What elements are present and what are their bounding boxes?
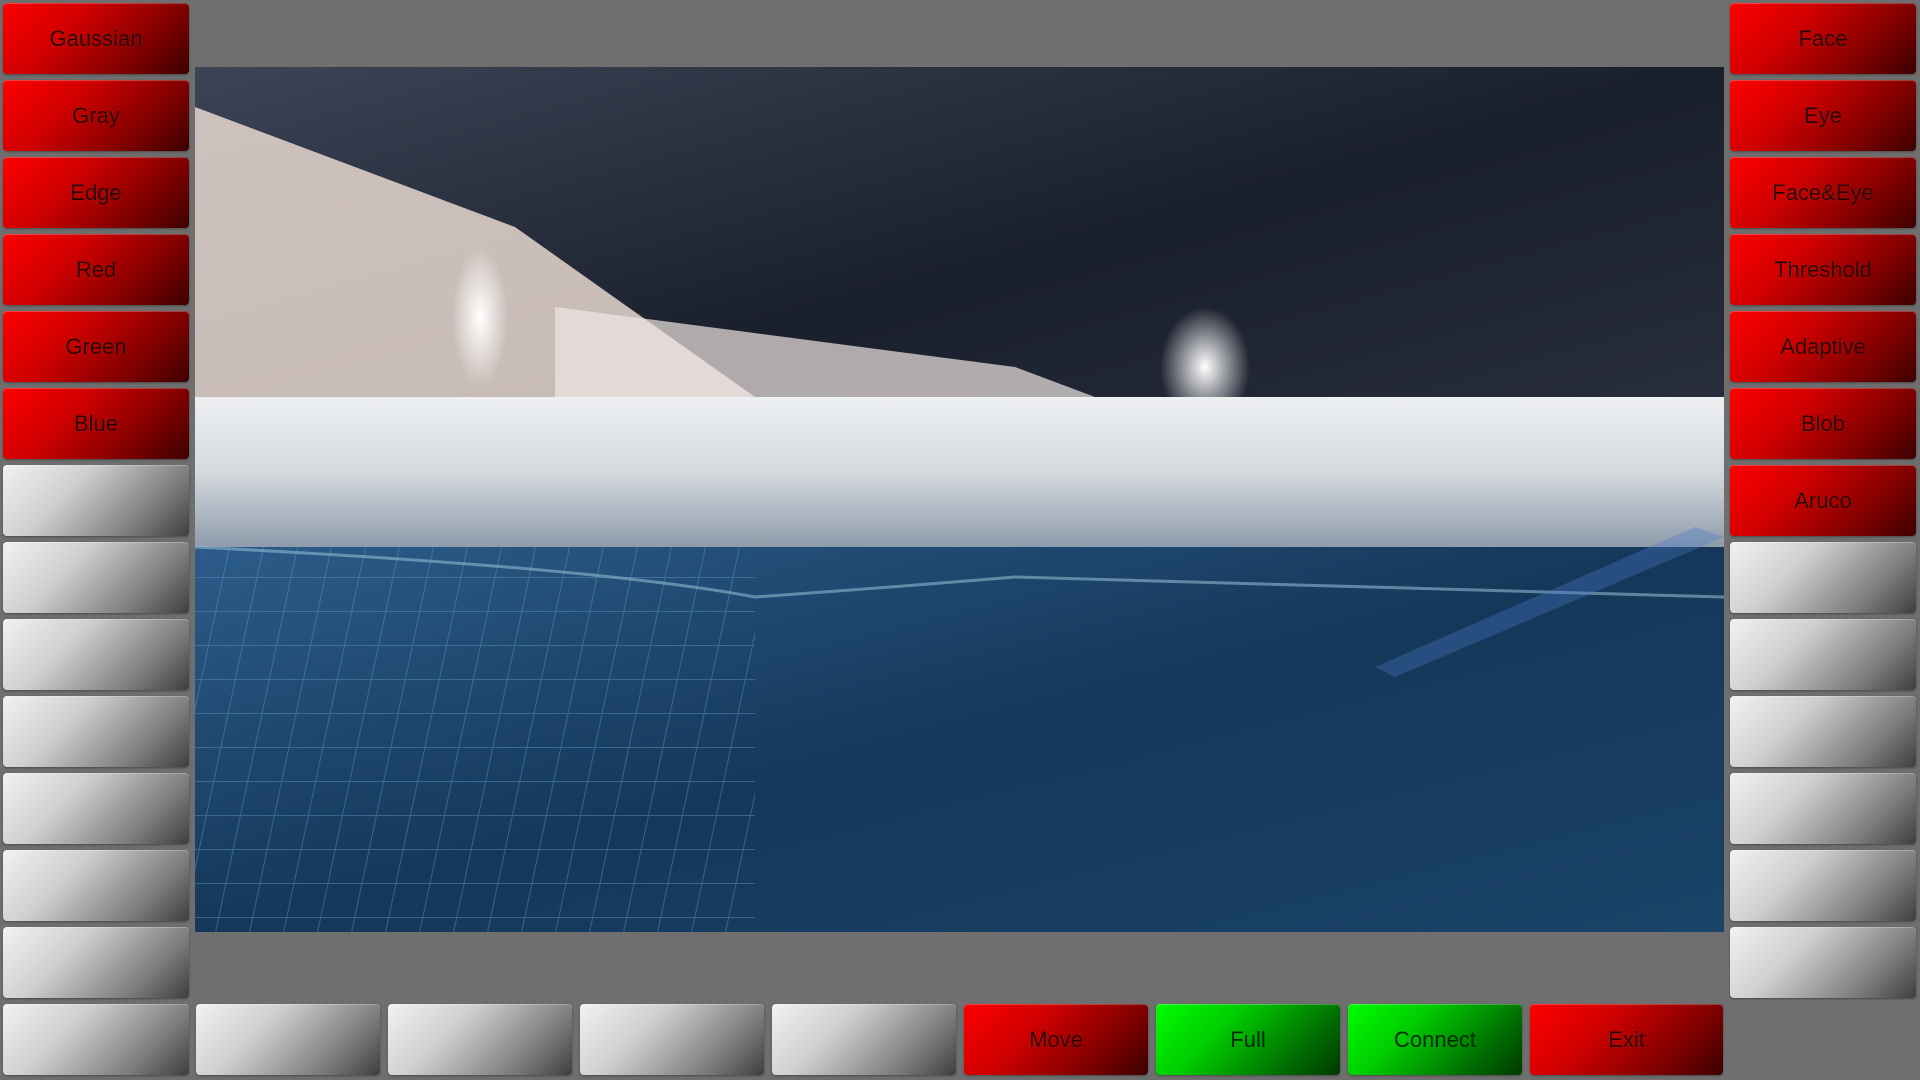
gray-label: Gray: [72, 102, 120, 128]
move-label: Move: [1029, 1026, 1083, 1052]
left-blank-button-4[interactable]: [3, 696, 189, 767]
right-blank-button-5[interactable]: [1730, 850, 1916, 921]
blue-button[interactable]: Blue: [3, 388, 189, 459]
threshold-button[interactable]: Threshold: [1730, 234, 1916, 305]
gaussian-button[interactable]: Gaussian: [3, 3, 189, 74]
blob-label: Blob: [1800, 410, 1846, 436]
red-button[interactable]: Red: [3, 234, 189, 305]
camera-feed: [195, 67, 1724, 932]
gaussian-label: Gaussian: [49, 25, 143, 51]
left-blank-button-7[interactable]: [3, 927, 189, 998]
connect-label: Connect: [1394, 1026, 1476, 1052]
face-label: Face: [1798, 25, 1848, 51]
left-blank-button-8[interactable]: [3, 1004, 189, 1075]
adaptive-button[interactable]: Adaptive: [1730, 311, 1916, 382]
left-blank-button-5[interactable]: [3, 773, 189, 844]
face-and-eye-button[interactable]: Face&Eye: [1730, 157, 1916, 228]
exit-button[interactable]: Exit: [1530, 1004, 1723, 1075]
right-blank-button-3[interactable]: [1730, 696, 1916, 767]
eye-label: Eye: [1804, 102, 1842, 128]
bottom-blank-button-1[interactable]: [196, 1004, 380, 1075]
right-blank-button-6[interactable]: [1730, 927, 1916, 998]
left-blank-button-1[interactable]: [3, 465, 189, 536]
right-blank-button-2[interactable]: [1730, 619, 1916, 690]
eye-button[interactable]: Eye: [1730, 80, 1916, 151]
red-label: Red: [75, 256, 117, 282]
edge-button[interactable]: Edge: [3, 157, 189, 228]
full-label: Full: [1230, 1026, 1266, 1052]
left-blank-button-6[interactable]: [3, 850, 189, 921]
green-filter-button[interactable]: Green: [3, 311, 189, 382]
face-button[interactable]: Face: [1730, 3, 1916, 74]
full-button[interactable]: Full: [1156, 1004, 1340, 1075]
adaptive-label: Adaptive: [1780, 333, 1866, 359]
aruco-button[interactable]: Aruco: [1730, 465, 1916, 536]
right-blank-button-1[interactable]: [1730, 542, 1916, 613]
connect-button[interactable]: Connect: [1348, 1004, 1522, 1075]
aruco-label: Aruco: [1794, 487, 1852, 513]
edge-label: Edge: [70, 179, 122, 205]
right-blank-button-4[interactable]: [1730, 773, 1916, 844]
gray-button[interactable]: Gray: [3, 80, 189, 151]
blob-button[interactable]: Blob: [1730, 388, 1916, 459]
left-blank-button-2[interactable]: [3, 542, 189, 613]
camera-feed-image: [195, 67, 1724, 932]
bottom-blank-button-3[interactable]: [580, 1004, 764, 1075]
green-label: Green: [65, 333, 127, 359]
move-button[interactable]: Move: [964, 1004, 1148, 1075]
blue-label: Blue: [73, 410, 119, 436]
bottom-blank-button-4[interactable]: [772, 1004, 956, 1075]
exit-label: Exit: [1608, 1026, 1645, 1052]
bottom-blank-button-2[interactable]: [388, 1004, 572, 1075]
threshold-label: Threshold: [1774, 256, 1872, 282]
left-blank-button-3[interactable]: [3, 619, 189, 690]
face-and-eye-label: Face&Eye: [1772, 179, 1874, 205]
